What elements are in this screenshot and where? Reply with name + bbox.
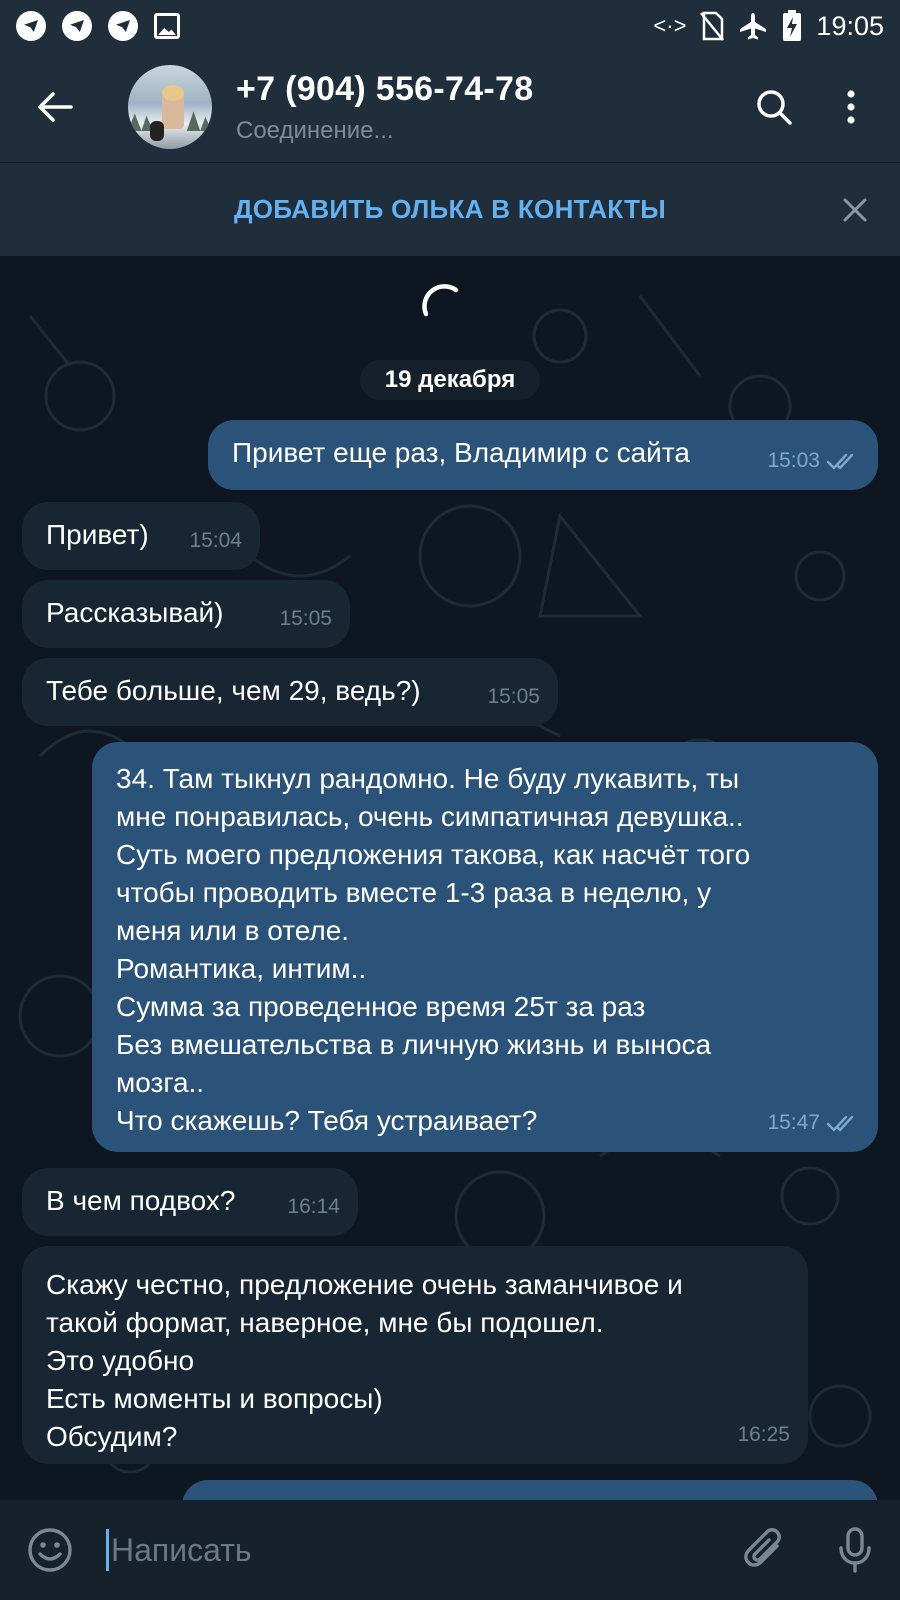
incoming-message[interactable]: Привет) 15:04 bbox=[22, 502, 260, 570]
incoming-message[interactable]: Тебе больше, чем 29, ведь?) 15:05 bbox=[22, 658, 558, 726]
clock: 19:05 bbox=[816, 10, 884, 41]
paperclip-icon bbox=[744, 1528, 781, 1567]
message-time: 16:14 bbox=[287, 1195, 340, 1218]
data-arrows-icon: <·> bbox=[653, 13, 687, 38]
double-check-icon bbox=[826, 453, 854, 470]
add-contact-button[interactable]: ДОБАВИТЬ ОЛЬКА В КОНТАКТЫ bbox=[234, 194, 666, 225]
text-cursor bbox=[106, 1529, 109, 1571]
message-text: 34. Там тыкнул рандомно. Не буду лукавит… bbox=[116, 763, 751, 1136]
message-meta: 15:03 bbox=[767, 442, 860, 480]
message-meta: 15:05 bbox=[279, 600, 332, 638]
outgoing-message[interactable] bbox=[182, 1480, 878, 1500]
message-time: 15:05 bbox=[279, 607, 332, 630]
date-separator: 19 декабря bbox=[360, 360, 540, 400]
emoji-icon bbox=[28, 1528, 72, 1572]
message-meta: 15:47 bbox=[767, 1104, 860, 1142]
microphone-icon bbox=[839, 1527, 871, 1573]
message-meta: 15:04 bbox=[189, 522, 242, 560]
voice-record-button[interactable] bbox=[810, 1500, 900, 1600]
more-menu-button[interactable] bbox=[816, 65, 886, 149]
message-time: 15:03 bbox=[767, 449, 820, 472]
chat-title: +7 (904) 556-74-78 bbox=[236, 69, 534, 108]
message-text: Тебе больше, чем 29, ведь?) bbox=[46, 675, 421, 706]
message-meta: 15:05 bbox=[487, 678, 540, 716]
notification-icons bbox=[16, 11, 180, 41]
more-vertical-icon bbox=[847, 90, 855, 124]
outgoing-message[interactable]: 34. Там тыкнул рандомно. Не буду лукавит… bbox=[92, 742, 878, 1152]
battery-charging-icon bbox=[783, 10, 802, 41]
incoming-message[interactable]: Скажу честно, предложение очень заманчив… bbox=[22, 1246, 808, 1464]
message-time: 15:05 bbox=[487, 685, 540, 708]
search-button[interactable] bbox=[732, 65, 816, 149]
double-check-icon bbox=[826, 1115, 854, 1132]
no-sim-icon bbox=[700, 11, 725, 41]
connection-status: Соединение... bbox=[236, 116, 394, 144]
chat-title-block[interactable]: +7 (904) 556-74-78 Соединение... bbox=[236, 70, 533, 145]
message-text: Скажу честно, предложение очень заманчив… bbox=[46, 1269, 683, 1452]
image-icon bbox=[154, 13, 180, 39]
emoji-button[interactable] bbox=[0, 1500, 100, 1600]
system-icons: <·> 19:05 bbox=[653, 10, 884, 42]
airplane-icon bbox=[740, 13, 767, 40]
add-contact-bar: ДОБАВИТЬ ОЛЬКА В КОНТАКТЫ bbox=[0, 162, 900, 256]
status-bar: <·> 19:05 bbox=[0, 0, 900, 52]
incoming-message[interactable]: В чем подвох? 16:14 bbox=[22, 1168, 358, 1236]
message-list[interactable]: 19 декабря Привет еще раз, Владимир с са… bbox=[0, 256, 900, 1500]
loading-spinner bbox=[422, 284, 459, 317]
incoming-message[interactable]: Рассказывай) 15:05 bbox=[22, 580, 350, 648]
avatar[interactable] bbox=[128, 65, 212, 149]
arrow-left-icon bbox=[38, 92, 73, 122]
message-input[interactable]: Написать bbox=[100, 1520, 720, 1580]
telegram-icon bbox=[62, 11, 92, 41]
message-time: 15:04 bbox=[189, 529, 242, 552]
message-time: 15:47 bbox=[767, 1111, 820, 1134]
telegram-icon bbox=[108, 11, 138, 41]
header-actions bbox=[732, 65, 900, 149]
message-time: 16:25 bbox=[737, 1423, 790, 1446]
message-meta: 16:14 bbox=[287, 1188, 340, 1226]
message-text: Привет еще раз, Владимир с сайта bbox=[232, 437, 690, 468]
outgoing-message[interactable]: Привет еще раз, Владимир с сайта 15:03 bbox=[208, 420, 878, 490]
telegram-icon bbox=[16, 11, 46, 41]
chat-header: +7 (904) 556-74-78 Соединение... bbox=[0, 52, 900, 162]
search-icon bbox=[757, 90, 792, 125]
back-button[interactable] bbox=[0, 52, 110, 162]
close-icon[interactable] bbox=[838, 193, 872, 227]
input-placeholder: Написать bbox=[111, 1531, 252, 1568]
composer: Написать bbox=[0, 1500, 900, 1600]
attach-button[interactable] bbox=[720, 1500, 810, 1600]
message-meta: 16:25 bbox=[737, 1416, 790, 1454]
